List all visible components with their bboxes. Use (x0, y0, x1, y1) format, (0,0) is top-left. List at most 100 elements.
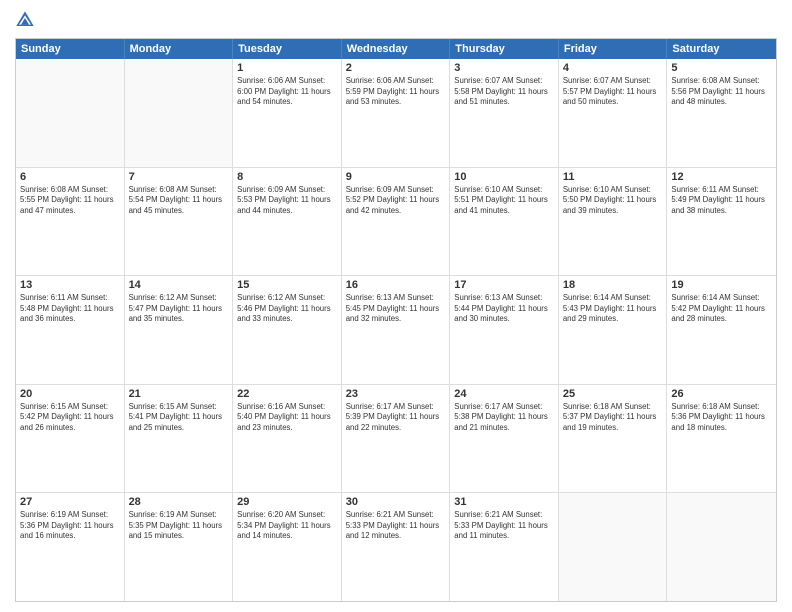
cell-info: Sunrise: 6:19 AM Sunset: 5:36 PM Dayligh… (20, 510, 120, 542)
day-number: 17 (454, 279, 554, 291)
day-number: 30 (346, 496, 446, 508)
header-day-saturday: Saturday (667, 39, 776, 59)
calendar-cell: 12 Sunrise: 6:11 AM Sunset: 5:49 PM Dayli… (667, 168, 776, 276)
calendar: SundayMondayTuesdayWednesdayThursdayFrid… (15, 38, 777, 602)
day-number: 19 (671, 279, 772, 291)
header-day-friday: Friday (559, 39, 668, 59)
calendar-cell: 1Sunrise: 6:06 AM Sunset: 6:00 PM Daylig… (233, 59, 342, 167)
cell-info: Sunrise: 6:06 AM Sunset: 5:59 PM Dayligh… (346, 76, 446, 108)
day-number: 8 (237, 171, 337, 183)
cell-info: Sunrise: 6:10 AM Sunset: 5:50 PM Dayligh… (563, 185, 663, 217)
calendar-cell: 17 Sunrise: 6:13 AM Sunset: 5:44 PM Dayli… (450, 276, 559, 384)
calendar-row-0: 1Sunrise: 6:06 AM Sunset: 6:00 PM Daylig… (16, 59, 776, 168)
day-number: 16 (346, 279, 446, 291)
calendar-cell: 27 Sunrise: 6:19 AM Sunset: 5:36 PM Dayli… (16, 493, 125, 601)
calendar-cell: 23 Sunrise: 6:17 AM Sunset: 5:39 PM Dayli… (342, 385, 451, 493)
calendar-row-2: 13 Sunrise: 6:11 AM Sunset: 5:48 PM Dayli… (16, 276, 776, 385)
cell-info: Sunrise: 6:14 AM Sunset: 5:42 PM Dayligh… (671, 293, 772, 325)
calendar-cell (667, 493, 776, 601)
calendar-row-4: 27 Sunrise: 6:19 AM Sunset: 5:36 PM Dayli… (16, 493, 776, 601)
cell-info: Sunrise: 6:12 AM Sunset: 5:47 PM Dayligh… (129, 293, 229, 325)
day-number: 15 (237, 279, 337, 291)
day-number: 27 (20, 496, 120, 508)
day-number: 24 (454, 388, 554, 400)
day-number: 12 (671, 171, 772, 183)
day-number: 18 (563, 279, 663, 291)
calendar-cell: 24 Sunrise: 6:17 AM Sunset: 5:38 PM Dayli… (450, 385, 559, 493)
header-day-thursday: Thursday (450, 39, 559, 59)
header-day-monday: Monday (125, 39, 234, 59)
calendar-cell: 3 Sunrise: 6:07 AM Sunset: 5:58 PM Daylig… (450, 59, 559, 167)
cell-info: Sunrise: 6:15 AM Sunset: 5:41 PM Dayligh… (129, 402, 229, 434)
cell-info: Sunrise: 6:21 AM Sunset: 5:33 PM Dayligh… (454, 510, 554, 542)
calendar-cell: 20 Sunrise: 6:15 AM Sunset: 5:42 PM Dayli… (16, 385, 125, 493)
calendar-cell: 8 Sunrise: 6:09 AM Sunset: 5:53 PM Daylig… (233, 168, 342, 276)
calendar-cell: 16 Sunrise: 6:13 AM Sunset: 5:45 PM Dayli… (342, 276, 451, 384)
calendar-cell: 5Sunrise: 6:08 AM Sunset: 5:56 PM Daylig… (667, 59, 776, 167)
day-number: 21 (129, 388, 229, 400)
day-number: 28 (129, 496, 229, 508)
calendar-cell: 25 Sunrise: 6:18 AM Sunset: 5:37 PM Dayli… (559, 385, 668, 493)
calendar-cell: 13 Sunrise: 6:11 AM Sunset: 5:48 PM Dayli… (16, 276, 125, 384)
cell-info: Sunrise: 6:14 AM Sunset: 5:43 PM Dayligh… (563, 293, 663, 325)
day-number: 20 (20, 388, 120, 400)
cell-info: Sunrise: 6:11 AM Sunset: 5:49 PM Dayligh… (671, 185, 772, 217)
day-number: 1 (237, 62, 337, 74)
calendar-cell: 4Sunrise: 6:07 AM Sunset: 5:57 PM Daylig… (559, 59, 668, 167)
day-number: 11 (563, 171, 663, 183)
day-number: 3 (454, 62, 554, 74)
calendar-header: SundayMondayTuesdayWednesdayThursdayFrid… (16, 39, 776, 59)
cell-info: Sunrise: 6:08 AM Sunset: 5:56 PM Dayligh… (671, 76, 772, 108)
header-day-sunday: Sunday (16, 39, 125, 59)
day-number: 13 (20, 279, 120, 291)
calendar-cell: 9 Sunrise: 6:09 AM Sunset: 5:52 PM Daylig… (342, 168, 451, 276)
logo (15, 10, 39, 30)
cell-info: Sunrise: 6:21 AM Sunset: 5:33 PM Dayligh… (346, 510, 446, 542)
cell-info: Sunrise: 6:10 AM Sunset: 5:51 PM Dayligh… (454, 185, 554, 217)
day-number: 14 (129, 279, 229, 291)
cell-info: Sunrise: 6:09 AM Sunset: 5:52 PM Dayligh… (346, 185, 446, 217)
calendar-cell: 29 Sunrise: 6:20 AM Sunset: 5:34 PM Dayli… (233, 493, 342, 601)
calendar-cell: 19 Sunrise: 6:14 AM Sunset: 5:42 PM Dayli… (667, 276, 776, 384)
calendar-body: 1Sunrise: 6:06 AM Sunset: 6:00 PM Daylig… (16, 59, 776, 601)
cell-info: Sunrise: 6:13 AM Sunset: 5:45 PM Dayligh… (346, 293, 446, 325)
cell-info: Sunrise: 6:19 AM Sunset: 5:35 PM Dayligh… (129, 510, 229, 542)
cell-info: Sunrise: 6:09 AM Sunset: 5:53 PM Dayligh… (237, 185, 337, 217)
calendar-cell: 28 Sunrise: 6:19 AM Sunset: 5:35 PM Dayli… (125, 493, 234, 601)
cell-info: Sunrise: 6:08 AM Sunset: 5:55 PM Dayligh… (20, 185, 120, 217)
calendar-cell: 6Sunrise: 6:08 AM Sunset: 5:55 PM Daylig… (16, 168, 125, 276)
day-number: 22 (237, 388, 337, 400)
cell-info: Sunrise: 6:17 AM Sunset: 5:39 PM Dayligh… (346, 402, 446, 434)
calendar-row-1: 6Sunrise: 6:08 AM Sunset: 5:55 PM Daylig… (16, 168, 776, 277)
calendar-cell: 15Sunrise: 6:12 AM Sunset: 5:46 PM Dayli… (233, 276, 342, 384)
day-number: 7 (129, 171, 229, 183)
cell-info: Sunrise: 6:18 AM Sunset: 5:37 PM Dayligh… (563, 402, 663, 434)
day-number: 10 (454, 171, 554, 183)
day-number: 29 (237, 496, 337, 508)
day-number: 25 (563, 388, 663, 400)
calendar-cell: 18 Sunrise: 6:14 AM Sunset: 5:43 PM Dayli… (559, 276, 668, 384)
calendar-cell: 31Sunrise: 6:21 AM Sunset: 5:33 PM Dayli… (450, 493, 559, 601)
calendar-cell: 11 Sunrise: 6:10 AM Sunset: 5:50 PM Dayli… (559, 168, 668, 276)
cell-info: Sunrise: 6:07 AM Sunset: 5:58 PM Dayligh… (454, 76, 554, 108)
cell-info: Sunrise: 6:15 AM Sunset: 5:42 PM Dayligh… (20, 402, 120, 434)
page: SundayMondayTuesdayWednesdayThursdayFrid… (0, 0, 792, 612)
cell-info: Sunrise: 6:17 AM Sunset: 5:38 PM Dayligh… (454, 402, 554, 434)
calendar-row-3: 20 Sunrise: 6:15 AM Sunset: 5:42 PM Dayli… (16, 385, 776, 494)
calendar-cell: 30 Sunrise: 6:21 AM Sunset: 5:33 PM Dayli… (342, 493, 451, 601)
header-day-tuesday: Tuesday (233, 39, 342, 59)
day-number: 23 (346, 388, 446, 400)
day-number: 9 (346, 171, 446, 183)
calendar-cell: 21 Sunrise: 6:15 AM Sunset: 5:41 PM Dayli… (125, 385, 234, 493)
cell-info: Sunrise: 6:13 AM Sunset: 5:44 PM Dayligh… (454, 293, 554, 325)
calendar-cell: 7Sunrise: 6:08 AM Sunset: 5:54 PM Daylig… (125, 168, 234, 276)
header-day-wednesday: Wednesday (342, 39, 451, 59)
cell-info: Sunrise: 6:18 AM Sunset: 5:36 PM Dayligh… (671, 402, 772, 434)
calendar-cell (559, 493, 668, 601)
day-number: 4 (563, 62, 663, 74)
cell-info: Sunrise: 6:11 AM Sunset: 5:48 PM Dayligh… (20, 293, 120, 325)
cell-info: Sunrise: 6:20 AM Sunset: 5:34 PM Dayligh… (237, 510, 337, 542)
cell-info: Sunrise: 6:16 AM Sunset: 5:40 PM Dayligh… (237, 402, 337, 434)
calendar-cell (125, 59, 234, 167)
calendar-cell: 26Sunrise: 6:18 AM Sunset: 5:36 PM Dayli… (667, 385, 776, 493)
